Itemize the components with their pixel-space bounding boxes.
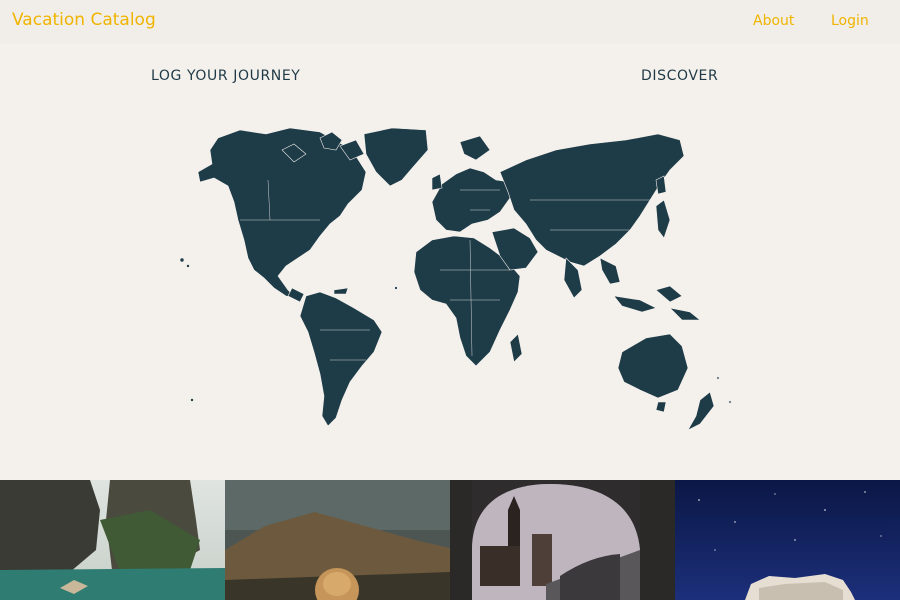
discover-link[interactable]: DISCOVER [641, 68, 718, 84]
gallery-photo-lagoon[interactable] [0, 480, 225, 600]
south-america-continent [299, 291, 383, 427]
log-your-journey-link[interactable]: LOG YOUR JOURNEY [151, 68, 300, 84]
gallery-photo-london[interactable] [450, 480, 675, 600]
nav-login-link[interactable]: Login [831, 13, 869, 29]
europe-continent [431, 167, 511, 233]
gallery-photo-traveler[interactable] [225, 480, 450, 600]
nav-about-link[interactable]: About [753, 13, 794, 29]
world-map[interactable] [170, 120, 740, 432]
gallery-photo-night-sky[interactable] [675, 480, 900, 600]
photo-gallery [0, 480, 900, 600]
greenland-landmass [363, 127, 429, 187]
top-navigation-bar: Vacation Catalog About Login [0, 0, 900, 44]
brand-logo-link[interactable]: Vacation Catalog [12, 10, 156, 30]
north-america-continent [197, 127, 367, 299]
hero-section: LOG YOUR JOURNEY DISCOVER [0, 44, 900, 480]
australia-continent [617, 333, 689, 399]
